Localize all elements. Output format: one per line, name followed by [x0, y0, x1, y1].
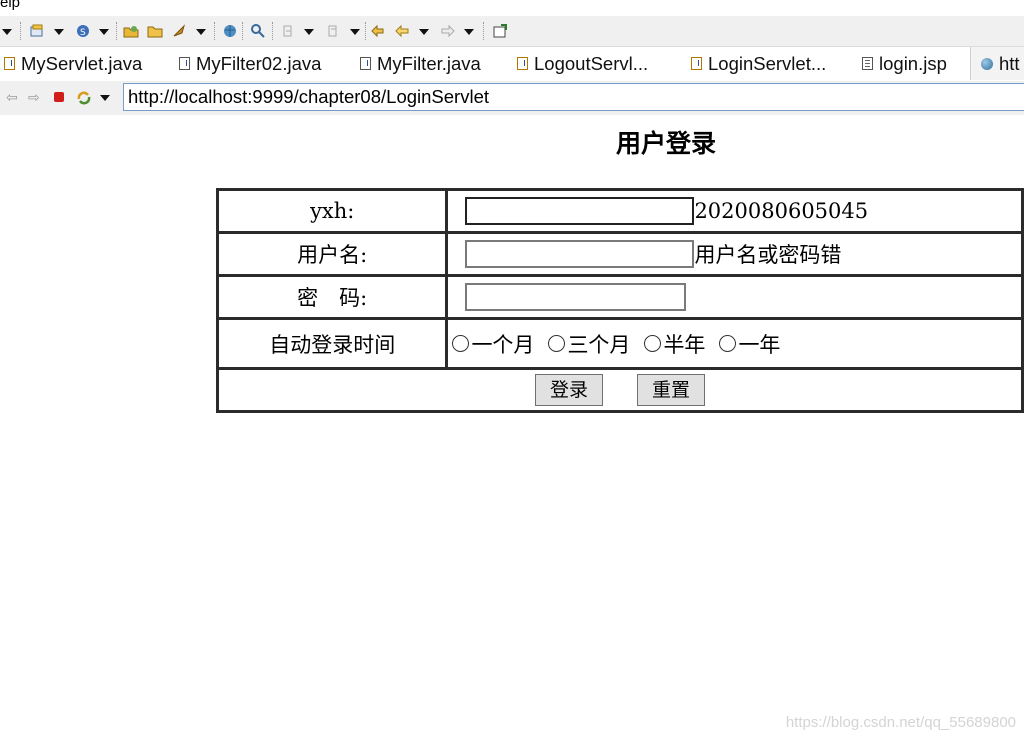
radio-label: 一个月: [471, 332, 535, 357]
open-type-icon[interactable]: [123, 23, 139, 39]
java-file-icon: [4, 57, 15, 70]
radio-circle-icon[interactable]: [548, 335, 566, 352]
prev-annotation-icon[interactable]: [325, 23, 341, 39]
table-row: 密 码:: [215, 274, 1024, 320]
table-row: 登录 重置: [216, 367, 1024, 413]
autologin-cell: 一个月 三个月 半年 一年: [445, 317, 1024, 370]
tab-label: MyFilter.java: [377, 52, 481, 74]
chevron-down-icon[interactable]: [350, 29, 360, 35]
new-wizard-icon[interactable]: [29, 23, 45, 39]
radio-one-year[interactable]: 一年: [719, 329, 780, 359]
tab-browser[interactable]: htt: [970, 47, 1024, 80]
toolbar-separator: [20, 22, 22, 40]
tab-label: LoginServlet...: [708, 52, 827, 74]
yxh-cell: 2020080605045: [445, 188, 1024, 234]
chevron-down-icon[interactable]: [100, 95, 110, 101]
autologin-label: 自动登录时间: [215, 317, 449, 370]
tab-myfilter[interactable]: MyFilter.java: [360, 47, 481, 80]
tab-login-jsp[interactable]: login.jsp: [862, 47, 947, 80]
toolbar-separator: [242, 22, 244, 40]
pin-editor-icon[interactable]: [492, 23, 508, 39]
tab-label: LogoutServl...: [534, 52, 649, 74]
yxh-label: yxh:: [215, 188, 449, 234]
radio-circle-icon[interactable]: [719, 335, 737, 352]
radio-label: 半年: [663, 332, 706, 357]
tab-label: MyServlet.java: [21, 52, 143, 74]
reset-button[interactable]: 重置: [637, 374, 706, 406]
tab-myfilter02[interactable]: MyFilter02.java: [179, 47, 321, 80]
toolbar-separator: [365, 22, 367, 40]
yxh-input[interactable]: [465, 197, 695, 225]
radio-three-months[interactable]: 三个月: [548, 329, 630, 359]
last-edit-icon[interactable]: [370, 23, 386, 39]
jsp-file-icon: [862, 57, 873, 70]
radio-one-month[interactable]: 一个月: [452, 329, 534, 359]
chevron-down-icon[interactable]: [54, 29, 64, 35]
chevron-down-icon[interactable]: [464, 29, 474, 35]
help-menu-fragment[interactable]: elp: [0, 0, 20, 11]
autologin-radio-group: 一个月 三个月 半年 一年: [452, 329, 1021, 359]
spring-icon[interactable]: S: [75, 23, 91, 39]
password-input[interactable]: [465, 283, 687, 311]
refresh-icon[interactable]: [76, 90, 92, 106]
table-row: yxh: 2020080605045: [215, 188, 1024, 234]
chevron-down-icon[interactable]: [196, 29, 206, 35]
username-cell: 用户名或密码错: [445, 231, 1024, 277]
password-label: 密 码:: [215, 274, 449, 320]
java-file-icon: [360, 57, 371, 70]
toolbar-separator: [272, 22, 274, 40]
svg-text:S: S: [80, 28, 86, 38]
java-file-icon: [179, 57, 190, 70]
back-icon[interactable]: [394, 23, 410, 39]
globe-icon: [981, 57, 993, 70]
toolbar-separator: [483, 22, 485, 40]
login-error-message: 用户名或密码错: [694, 243, 842, 267]
toolbar-separator: [214, 22, 216, 40]
search-icon[interactable]: [250, 23, 266, 39]
editor-tab-bar: MyServlet.java MyFilter02.java MyFilter.…: [0, 47, 1024, 82]
toolbar-separator: [116, 22, 118, 40]
login-form-table: yxh: 2020080605045 用户名: 用户名或密码错 密 码: 自动登…: [215, 188, 1024, 413]
page-title: 用户登录: [615, 129, 716, 158]
main-toolbar: S: [0, 16, 1024, 47]
tab-label: login.jsp: [879, 52, 947, 74]
java-file-icon: [517, 57, 528, 70]
open-folder-icon[interactable]: [147, 23, 163, 39]
yxh-echo-text: 2020080605045: [694, 199, 869, 223]
stop-icon[interactable]: [54, 92, 64, 102]
tab-loginservlet[interactable]: LoginServlet...: [691, 47, 826, 80]
radio-half-year[interactable]: 半年: [644, 329, 705, 359]
tab-label: MyFilter02.java: [196, 52, 322, 74]
chevron-down-icon[interactable]: [304, 29, 314, 35]
dropdown-arrow-icon[interactable]: [2, 29, 12, 35]
login-button[interactable]: 登录: [534, 374, 603, 406]
back-arrow-icon[interactable]: ⇦: [6, 91, 18, 105]
radio-circle-icon[interactable]: [644, 335, 662, 352]
next-annotation-icon[interactable]: [280, 23, 296, 39]
forward-icon[interactable]: [440, 23, 456, 39]
java-file-icon: [691, 57, 702, 70]
tab-label: htt: [999, 52, 1020, 74]
radio-label: 三个月: [567, 332, 631, 357]
password-cell: [445, 274, 1024, 320]
chevron-down-icon[interactable]: [99, 29, 109, 35]
radio-label: 一年: [738, 332, 781, 357]
radio-circle-icon[interactable]: [452, 335, 470, 352]
tab-myservlet[interactable]: MyServlet.java: [4, 47, 142, 80]
table-row: 用户名: 用户名或密码错: [215, 231, 1024, 277]
chevron-down-icon[interactable]: [419, 29, 429, 35]
table-row: 自动登录时间 一个月 三个月 半年 一年: [215, 317, 1024, 370]
username-label: 用户名:: [215, 231, 449, 277]
run-icon[interactable]: [171, 23, 187, 39]
forward-arrow-icon[interactable]: ⇨: [28, 91, 40, 105]
url-input[interactable]: http://localhost:9999/chapter08/LoginSer…: [123, 83, 1024, 111]
watermark-text: https://blog.csdn.net/qq_55689800: [785, 714, 1016, 731]
button-cell: 登录 重置: [216, 367, 1024, 413]
web-browser-icon[interactable]: [222, 23, 238, 39]
username-input[interactable]: [465, 240, 695, 268]
tab-logoutservlet[interactable]: LogoutServl...: [517, 47, 648, 80]
browser-nav-bar: ⇦ ⇨ http://localhost:9999/chapter08/Logi…: [0, 81, 1024, 115]
